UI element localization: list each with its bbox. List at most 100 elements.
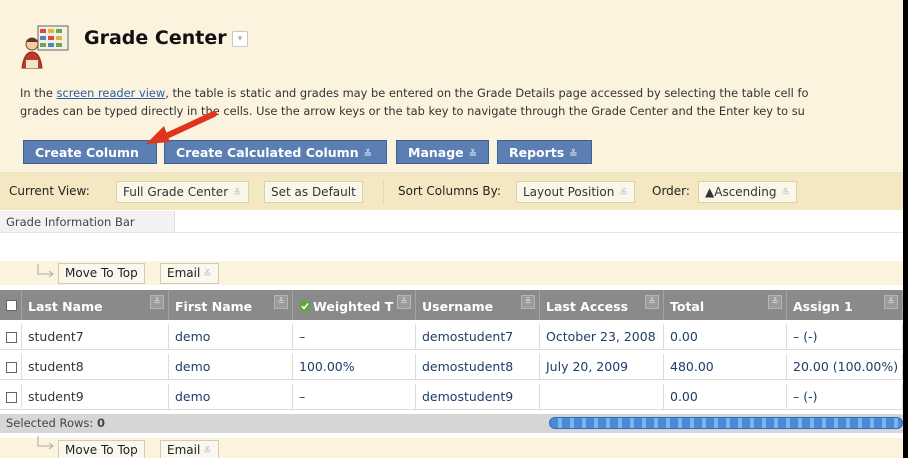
email-label: Email [167, 266, 201, 280]
column-menu-icon[interactable]: ≚ [768, 295, 782, 309]
column-header-label: First Name [175, 299, 253, 314]
column-header[interactable]: Last Name ≚ [22, 290, 169, 320]
window-edge [903, 0, 908, 458]
move-to-top-button[interactable]: Move To Top [58, 440, 145, 458]
column-menu-icon[interactable]: ≚ [397, 295, 411, 309]
column-header-label: Last Name [28, 299, 103, 314]
manage-button[interactable]: Manage ≚ [396, 140, 489, 164]
set-as-default-button[interactable]: Set as Default [264, 181, 363, 203]
table-row[interactable]: student9 demo – demostudent9 0.00 – (-) [0, 384, 903, 410]
checkbox-icon[interactable] [6, 362, 17, 373]
table-row[interactable]: student7 demo – demostudent7 October 23,… [0, 324, 903, 350]
table-row[interactable]: student8 demo 100.00% demostudent8 July … [0, 354, 903, 380]
column-menu-icon[interactable]: ≚ [150, 295, 164, 309]
column-menu-icon[interactable]: ≚ [274, 295, 288, 309]
column-menu-icon[interactable]: ≚ [645, 295, 659, 309]
page-title: Grade Center [84, 27, 227, 49]
column-header[interactable]: First Name ≚ [169, 290, 293, 320]
table-header: Last Name ≚ First Name ≚ Weighted T ≚ Usern… [0, 290, 903, 320]
checkbox-icon[interactable] [6, 300, 17, 311]
intro-line1-after: , the table is static and grades may be … [165, 86, 809, 100]
column-header-label: Username [422, 299, 494, 314]
chevron-down-icon: ≚ [203, 269, 212, 280]
column-header-label: Total [670, 299, 705, 314]
view-bar-divider [383, 179, 384, 205]
column-header[interactable]: Assign 1 ≚ [787, 290, 903, 320]
assign-1-cell[interactable]: 20.00 (100.00%) [787, 354, 903, 380]
indent-arrow-icon [37, 436, 54, 450]
email-button[interactable]: Email ≚ [160, 263, 219, 284]
selected-rows-status: Selected Rows: 0 [6, 416, 105, 430]
order-select[interactable]: ▲Ascending ≚ [698, 181, 797, 203]
page-header: Grade Center ▾ In the screen reader view… [0, 0, 903, 136]
column-menu-icon[interactable]: ≚ [884, 295, 898, 309]
grade-center-logo-icon [21, 25, 69, 69]
set-as-default-label: Set as Default [271, 185, 356, 199]
first-name-cell[interactable]: demo [169, 324, 293, 350]
column-header-label: Last Access [546, 299, 629, 314]
column-header-label: Assign 1 [793, 299, 853, 314]
move-to-top-label: Move To Top [65, 443, 138, 457]
username-cell[interactable]: demostudent7 [416, 324, 540, 350]
order-value: ▲Ascending [705, 185, 777, 199]
first-name-cell[interactable]: demo [169, 384, 293, 410]
total-cell[interactable]: 480.00 [664, 354, 787, 380]
assign-1-cell[interactable]: – (-) [787, 324, 903, 350]
assign-1-cell[interactable]: – (-) [787, 384, 903, 410]
last-access-cell[interactable]: July 20, 2009 [540, 354, 664, 380]
last-name-cell[interactable]: student8 [22, 354, 169, 380]
select-all-cell [0, 290, 22, 320]
chevron-down-icon[interactable]: ▾ [232, 31, 248, 47]
grade-center-page: Grade Center ▾ In the screen reader view… [0, 0, 903, 458]
weighted-total-cell[interactable]: – [293, 324, 416, 350]
create-column-button[interactable]: Create Column [23, 140, 157, 164]
current-view-value: Full Grade Center [123, 185, 229, 199]
column-header[interactable]: Username ≚ [416, 290, 540, 320]
column-header[interactable]: Weighted T ≚ [293, 290, 416, 320]
column-menu-icon[interactable]: ≚ [521, 295, 535, 309]
weighted-check-icon [299, 300, 311, 312]
username-cell[interactable]: demostudent8 [416, 354, 540, 380]
last-name-cell[interactable]: student9 [22, 384, 169, 410]
chevron-down-icon: ≚ [781, 188, 790, 199]
last-access-cell[interactable] [540, 384, 664, 410]
total-cell[interactable]: 0.00 [664, 384, 787, 410]
column-header-label: Weighted T [313, 299, 394, 314]
first-name-cell[interactable]: demo [169, 354, 293, 380]
checkbox-icon[interactable] [6, 392, 17, 403]
sort-columns-label: Sort Columns By: [398, 184, 501, 198]
weighted-total-cell[interactable]: – [293, 384, 416, 410]
email-button[interactable]: Email ≚ [160, 440, 219, 458]
move-to-top-button[interactable]: Move To Top [58, 263, 145, 284]
row-select-cell [0, 354, 22, 380]
chevron-down-icon: ≚ [363, 149, 372, 160]
column-header[interactable]: Total ≚ [664, 290, 787, 320]
order-label: Order: [652, 184, 690, 198]
reports-button[interactable]: Reports ≚ [497, 140, 592, 164]
screen-reader-view-link[interactable]: screen reader view [57, 86, 166, 100]
chevron-down-icon: ≚ [569, 149, 578, 160]
email-label: Email [167, 443, 201, 457]
grade-information-bar: Grade Information Bar [0, 211, 175, 233]
chevron-down-icon: ≚ [233, 188, 242, 199]
username-cell[interactable]: demostudent9 [416, 384, 540, 410]
last-name-cell[interactable]: student7 [22, 324, 169, 350]
checkbox-icon[interactable] [6, 332, 17, 343]
chevron-down-icon: ≚ [203, 446, 212, 457]
red-arrow-icon [146, 111, 217, 144]
column-header[interactable]: Last Access ≚ [540, 290, 664, 320]
selected-rows-count: 0 [96, 416, 105, 430]
create-column-label: Create Column [35, 145, 139, 160]
last-access-cell[interactable]: October 23, 2008 [540, 324, 664, 350]
current-view-select[interactable]: Full Grade Center ≚ [116, 181, 249, 203]
reports-label: Reports [509, 145, 565, 160]
sort-columns-value: Layout Position [523, 185, 615, 199]
divider [0, 232, 903, 233]
chevron-down-icon: ≚ [468, 149, 478, 160]
action-bar: Create Column Create Calculated Column ≚ … [0, 136, 903, 173]
weighted-total-cell[interactable]: 100.00% [293, 354, 416, 380]
total-cell[interactable]: 0.00 [664, 324, 787, 350]
sort-columns-select[interactable]: Layout Position ≚ [516, 181, 635, 203]
intro-line2: grades can be typed directly in the cell… [20, 104, 805, 118]
horizontal-scrollbar[interactable] [549, 417, 903, 429]
